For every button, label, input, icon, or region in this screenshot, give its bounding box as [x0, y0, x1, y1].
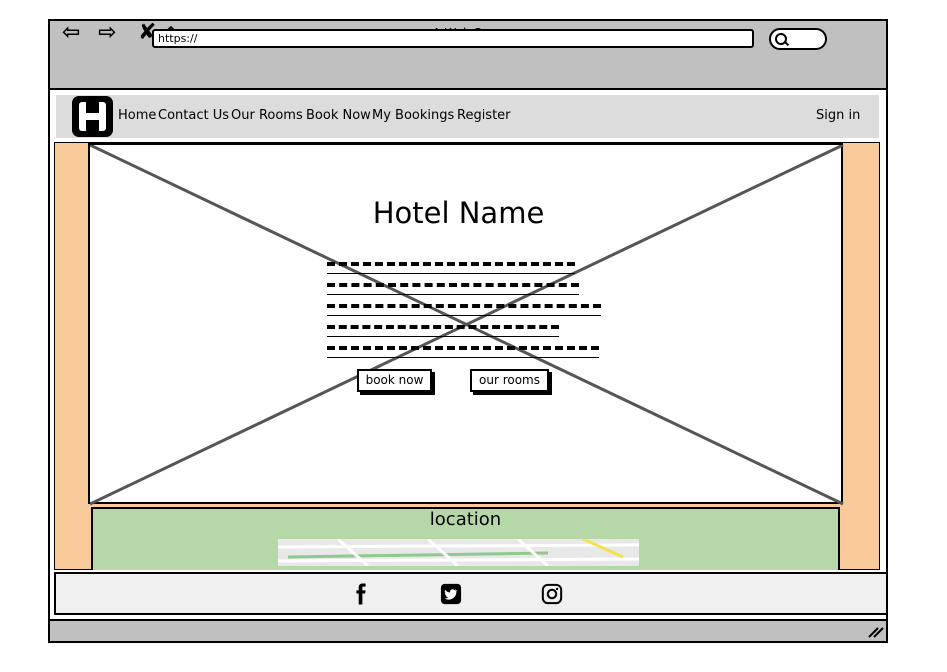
map-image: [278, 539, 639, 566]
nav-book-now[interactable]: Book Now: [306, 107, 371, 125]
nav-my-bookings[interactable]: My Bookings: [372, 107, 454, 125]
hero-title: Hotel Name: [372, 196, 545, 230]
url-input[interactable]: https://: [152, 29, 754, 48]
search-icon: [775, 33, 787, 45]
text-scribble-line: [327, 325, 559, 337]
nav-home[interactable]: Home: [118, 107, 156, 125]
browser-status-bar: [48, 619, 888, 643]
our-rooms-button[interactable]: our rooms: [470, 369, 549, 392]
hotel-logo[interactable]: [72, 96, 113, 137]
nav-our-rooms[interactable]: Our Rooms: [231, 107, 303, 125]
site-footer: [54, 572, 888, 615]
twitter-icon[interactable]: [440, 582, 462, 606]
back-arrow-icon[interactable]: ⇦: [62, 22, 80, 44]
text-scribble-line: [327, 262, 575, 274]
nav-contact-us[interactable]: Contact Us: [158, 107, 229, 125]
browser-search-box[interactable]: [769, 28, 827, 50]
text-scribble-line: [327, 304, 601, 316]
nav-register[interactable]: Register: [457, 107, 511, 125]
location-title: location: [429, 509, 502, 530]
logo-h-icon: [79, 102, 106, 131]
instagram-icon[interactable]: [541, 582, 563, 606]
facebook-icon[interactable]: [350, 582, 372, 606]
hero-description-placeholder: [327, 262, 602, 367]
resize-handle-icon[interactable]: [866, 624, 886, 640]
location-map[interactable]: [278, 539, 639, 566]
book-now-button[interactable]: book now: [357, 369, 432, 392]
text-scribble-line: [327, 283, 579, 295]
forward-arrow-icon[interactable]: ⇨: [98, 22, 116, 44]
nav-sign-in[interactable]: Sign in: [816, 107, 860, 125]
text-scribble-line: [327, 346, 599, 358]
